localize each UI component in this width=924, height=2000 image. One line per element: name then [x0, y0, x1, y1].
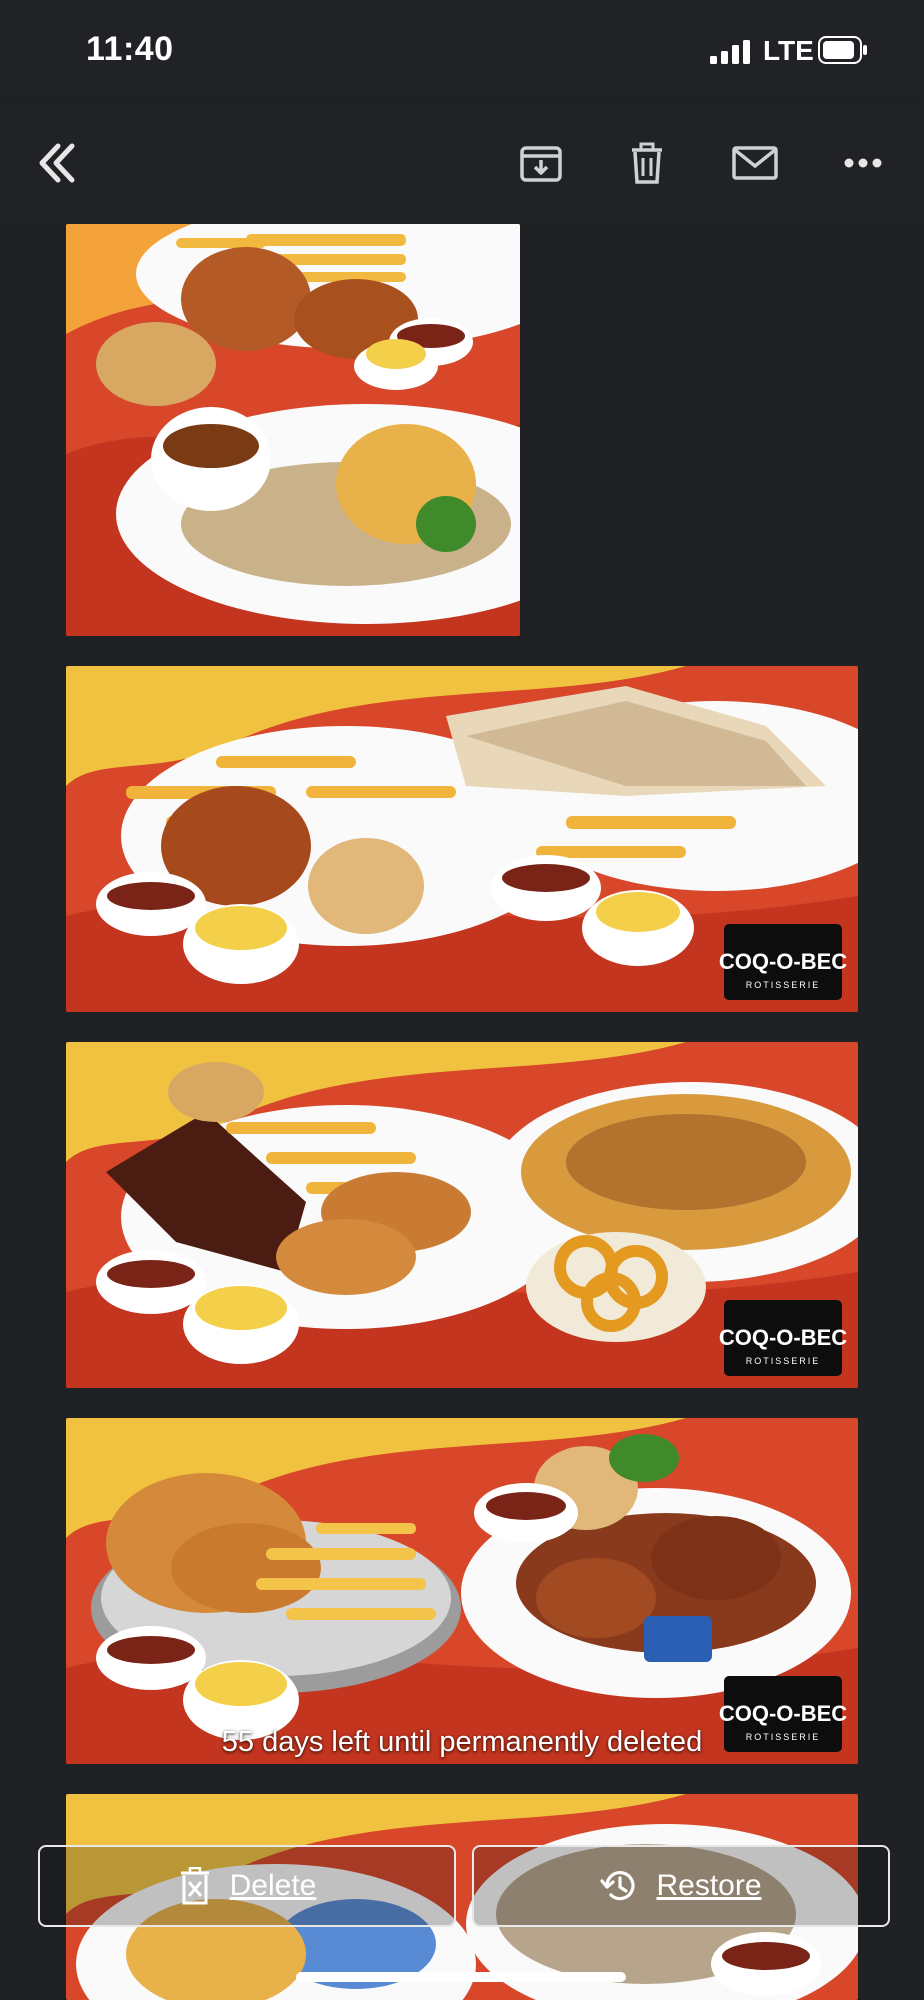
- archive-icon[interactable]: [518, 140, 564, 186]
- home-indicator[interactable]: [296, 1972, 626, 1982]
- delete-button[interactable]: Delete: [38, 1845, 456, 1927]
- more-icon[interactable]: [840, 140, 886, 186]
- carrier-label: LTE: [763, 35, 814, 66]
- deletion-notice: 55 days left until permanently deleted: [221, 1726, 703, 1758]
- brand-logo: COQ-O-BEC ROTISSERIE: [719, 1300, 847, 1376]
- photo-thumbnail[interactable]: COQ-O-BEC ROTISSERIE: [66, 1042, 858, 1388]
- back-chevron-icon[interactable]: [34, 140, 80, 186]
- status-bar: 11:40 LTE: [0, 0, 924, 100]
- signal-icon: [710, 40, 750, 64]
- restore-history-icon: [600, 1871, 636, 1901]
- mail-icon[interactable]: [732, 140, 778, 186]
- photo-thumbnail[interactable]: [66, 224, 520, 636]
- brand-logo-subtext: ROTISSERIE: [746, 980, 821, 990]
- food-photo-fried-chicken-wings: COQ-O-BEC ROTISSERIE: [66, 1418, 858, 1764]
- brand-logo: COQ-O-BEC ROTISSERIE: [719, 924, 847, 1000]
- status-time: 11:40: [86, 30, 174, 68]
- delete-icon: [180, 1867, 209, 1905]
- brand-logo-text: COQ-O-BEC: [719, 1325, 847, 1350]
- battery-icon: [818, 36, 867, 64]
- brand-logo-subtext: ROTISSERIE: [746, 1356, 821, 1366]
- trash-icon[interactable]: [624, 140, 670, 186]
- food-photo-ribs-poutine: COQ-O-BEC ROTISSERIE: [66, 1042, 858, 1388]
- restore-label: Restore: [656, 1869, 762, 1902]
- photo-thumbnail[interactable]: COQ-O-BEC ROTISSERIE: [66, 1418, 858, 1764]
- top-toolbar: [0, 100, 924, 224]
- delete-label: Delete: [229, 1869, 317, 1902]
- food-photo-rotisserie-plate: [66, 224, 520, 636]
- brand-logo-text: COQ-O-BEC: [719, 1701, 847, 1726]
- photo-thumbnail[interactable]: COQ-O-BEC ROTISSERIE: [66, 666, 858, 1012]
- food-photo-chicken-club: COQ-O-BEC ROTISSERIE: [66, 666, 858, 1012]
- brand-logo-text: COQ-O-BEC: [719, 949, 847, 974]
- restore-button[interactable]: Restore: [472, 1845, 890, 1927]
